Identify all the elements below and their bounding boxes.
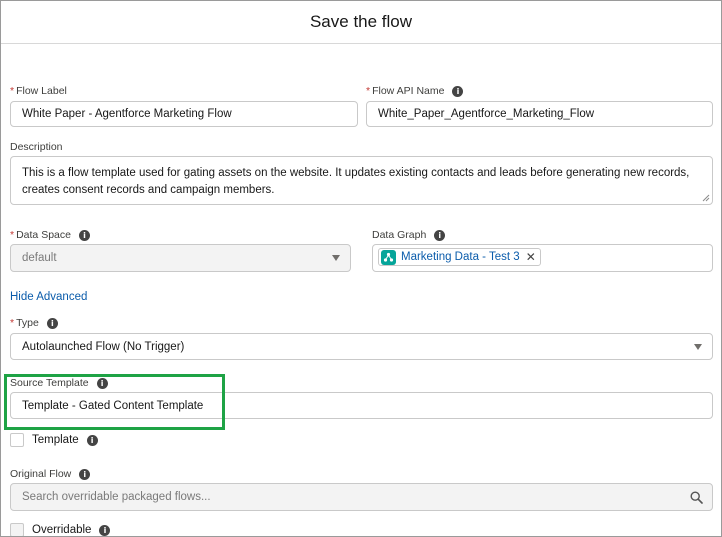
- info-icon[interactable]: i: [79, 468, 91, 480]
- original-flow-placeholder: Search overridable packaged flows...: [22, 491, 211, 503]
- search-icon: [690, 491, 703, 504]
- description-line-2: creates consent records and campaign mem…: [22, 184, 275, 196]
- overridable-checkbox-label-text: Overridable: [32, 524, 92, 536]
- data-graph-label: Data Graph i: [372, 229, 446, 241]
- description-label: Description: [10, 141, 63, 153]
- info-icon[interactable]: i: [78, 229, 90, 241]
- info-icon[interactable]: i: [99, 524, 111, 536]
- info-icon[interactable]: i: [86, 434, 98, 446]
- type-label-text: Type: [16, 317, 39, 329]
- data-space-label: * Data Space i: [10, 229, 90, 241]
- hide-advanced-link[interactable]: Hide Advanced: [10, 291, 87, 303]
- original-flow-search-input[interactable]: Search overridable packaged flows...: [10, 483, 713, 511]
- original-flow-label: Original Flow i: [10, 468, 91, 480]
- data-space-label-text: Data Space: [16, 229, 71, 241]
- flow-api-name-label: * Flow API Name i: [366, 85, 464, 97]
- overridable-checkbox[interactable]: [10, 523, 24, 536]
- data-graph-label-text: Data Graph: [372, 229, 427, 241]
- type-label: * Type i: [10, 317, 58, 329]
- required-marker: *: [10, 317, 15, 329]
- required-marker: *: [10, 229, 15, 241]
- chevron-down-icon: [694, 344, 702, 350]
- type-select[interactable]: Autolaunched Flow (No Trigger): [10, 333, 713, 360]
- flow-api-name-label-text: Flow API Name: [372, 85, 445, 97]
- flow-api-name-value: White_Paper_Agentforce_Marketing_Flow: [378, 108, 595, 120]
- overridable-checkbox-label: Overridable i: [32, 524, 111, 536]
- close-icon[interactable]: ✕: [526, 250, 536, 264]
- flow-label-label-text: Flow Label: [16, 85, 67, 97]
- data-graph-input[interactable]: Marketing Data - Test 3 ✕: [372, 244, 713, 272]
- info-icon[interactable]: i: [46, 317, 58, 329]
- template-checkbox[interactable]: [10, 433, 24, 447]
- flow-label-input[interactable]: White Paper - Agentforce Marketing Flow: [10, 101, 358, 127]
- data-graph-icon: [381, 249, 396, 265]
- flow-label-value: White Paper - Agentforce Marketing Flow: [22, 108, 232, 120]
- required-marker: *: [10, 85, 15, 97]
- original-flow-label-text: Original Flow: [10, 468, 72, 480]
- resize-handle-icon[interactable]: [702, 194, 710, 202]
- flow-api-name-input[interactable]: White_Paper_Agentforce_Marketing_Flow: [366, 101, 713, 127]
- template-checkbox-label-text: Template: [32, 434, 79, 446]
- info-icon[interactable]: i: [452, 85, 464, 97]
- data-graph-pill-label: Marketing Data - Test 3: [401, 251, 520, 263]
- type-value: Autolaunched Flow (No Trigger): [22, 340, 185, 353]
- description-label-text: Description: [10, 141, 63, 153]
- data-graph-pill[interactable]: Marketing Data - Test 3 ✕: [378, 248, 541, 266]
- template-checkbox-label: Template i: [32, 434, 98, 446]
- data-space-select[interactable]: default: [10, 244, 351, 272]
- source-template-highlight: [4, 374, 225, 430]
- description-textarea[interactable]: This is a flow template used for gating …: [10, 156, 713, 205]
- required-marker: *: [366, 85, 371, 97]
- save-flow-modal: Save the flow * Flow Label White Paper -…: [0, 0, 722, 537]
- chevron-down-icon: [332, 255, 340, 261]
- flow-label-label: * Flow Label: [10, 85, 67, 97]
- modal-header: Save the flow: [1, 1, 721, 44]
- description-line-1: This is a flow template used for gating …: [22, 167, 690, 179]
- modal-title: Save the flow: [309, 12, 413, 31]
- info-icon[interactable]: i: [434, 229, 446, 241]
- data-space-value: default: [22, 252, 57, 264]
